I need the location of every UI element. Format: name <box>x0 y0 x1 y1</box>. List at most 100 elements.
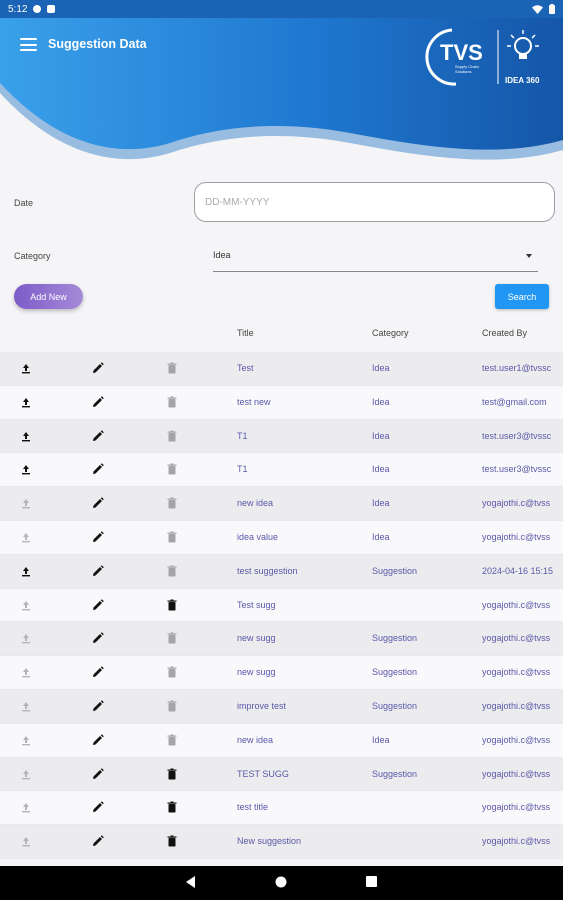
cell-created-by: yogajothi.c@tvss <box>482 768 551 779</box>
back-icon[interactable] <box>185 876 197 888</box>
cell-category: Suggestion <box>372 565 418 576</box>
delete-icon[interactable] <box>165 361 179 375</box>
cell-category: Idea <box>372 734 390 745</box>
add-new-button[interactable]: Add New <box>14 284 83 309</box>
table-row[interactable]: test title yogajothi.c@tvss <box>0 791 563 826</box>
cell-title[interactable]: improve test <box>237 701 286 711</box>
cell-created-by: yogajothi.c@tvss <box>482 599 551 610</box>
upload-icon[interactable] <box>19 395 33 409</box>
recents-icon[interactable] <box>366 876 377 887</box>
edit-icon[interactable] <box>91 564 105 578</box>
cell-title[interactable]: new idea <box>237 498 273 508</box>
cell-title[interactable]: TEST SUGG <box>237 769 289 779</box>
upload-icon[interactable] <box>19 665 33 679</box>
upload-icon[interactable] <box>19 598 33 612</box>
upload-icon[interactable] <box>19 564 33 578</box>
upload-icon[interactable] <box>19 767 33 781</box>
status-time: 5:12 <box>8 3 28 15</box>
edit-icon[interactable] <box>91 834 105 848</box>
table-row[interactable]: improve test Suggestion yogajothi.c@tvss <box>0 689 563 724</box>
table-row[interactable]: Test Idea test.user1@tvssc <box>0 352 563 386</box>
delete-icon[interactable] <box>165 665 179 679</box>
edit-icon[interactable] <box>91 767 105 781</box>
edit-icon[interactable] <box>91 429 105 443</box>
upload-icon[interactable] <box>19 530 33 544</box>
date-input[interactable] <box>194 182 555 222</box>
storage-icon <box>47 5 56 13</box>
search-button[interactable]: Search <box>495 284 549 309</box>
table-row[interactable]: test new Idea test@gmail.com <box>0 385 563 420</box>
table-row[interactable]: T1 Idea test.user3@tvssc <box>0 453 563 488</box>
upload-icon[interactable] <box>19 699 33 713</box>
delete-icon[interactable] <box>165 631 179 645</box>
cell-title[interactable]: New suggestion <box>237 836 301 846</box>
cell-created-by: yogajothi.c@tvss <box>482 802 551 813</box>
home-icon[interactable] <box>275 876 287 888</box>
delete-icon[interactable] <box>165 800 179 814</box>
cell-title[interactable]: T1 <box>237 431 248 441</box>
edit-icon[interactable] <box>91 631 105 645</box>
cell-title[interactable]: Test <box>237 363 254 373</box>
edit-icon[interactable] <box>91 496 105 510</box>
cell-title[interactable]: test suggestion <box>237 566 298 576</box>
cell-category: Idea <box>372 396 390 407</box>
category-select-value: Idea <box>213 250 231 260</box>
cell-created-by: test@gmail.com <box>482 396 547 407</box>
table-row[interactable]: New suggestion yogajothi.c@tvss <box>0 825 563 859</box>
category-select[interactable]: Idea <box>213 246 538 272</box>
cell-title[interactable]: test new <box>237 397 271 407</box>
table-row[interactable]: new sugg Suggestion yogajothi.c@tvss <box>0 622 563 657</box>
delete-icon[interactable] <box>165 564 179 578</box>
delete-icon[interactable] <box>165 530 179 544</box>
upload-icon[interactable] <box>19 462 33 476</box>
delete-icon[interactable] <box>165 496 179 510</box>
edit-icon[interactable] <box>91 733 105 747</box>
upload-icon[interactable] <box>19 631 33 645</box>
table-row[interactable]: Test sugg yogajothi.c@tvss <box>0 588 563 623</box>
edit-icon[interactable] <box>91 800 105 814</box>
edit-icon[interactable] <box>91 530 105 544</box>
cell-category: Suggestion <box>372 633 418 644</box>
upload-icon[interactable] <box>19 361 33 375</box>
delete-icon[interactable] <box>165 767 179 781</box>
cell-category: Idea <box>372 464 390 475</box>
table-row[interactable]: T1 Idea test.user3@tvssc <box>0 419 563 454</box>
delete-icon[interactable] <box>165 598 179 612</box>
table-row[interactable]: new sugg Suggestion yogajothi.c@tvss <box>0 656 563 690</box>
table-row[interactable]: TEST SUGG Suggestion yogajothi.c@tvss <box>0 757 563 792</box>
cell-title[interactable]: idea value <box>237 532 278 542</box>
upload-icon[interactable] <box>19 429 33 443</box>
cell-title[interactable]: Test sugg <box>237 600 276 610</box>
cell-title[interactable]: new sugg <box>237 633 276 643</box>
delete-icon[interactable] <box>165 699 179 713</box>
cell-title[interactable]: new idea <box>237 735 273 745</box>
table-row[interactable]: test suggestion Suggestion 2024-04-16 15:1… <box>0 554 563 589</box>
edit-icon[interactable] <box>91 598 105 612</box>
upload-icon[interactable] <box>19 496 33 510</box>
edit-icon[interactable] <box>91 395 105 409</box>
upload-icon[interactable] <box>19 834 33 848</box>
upload-icon[interactable] <box>19 800 33 814</box>
edit-icon[interactable] <box>91 462 105 476</box>
table-row[interactable]: idea value Idea yogajothi.c@tvss <box>0 520 563 555</box>
edit-icon[interactable] <box>91 361 105 375</box>
cell-created-by: yogajothi.c@tvss <box>482 498 551 509</box>
cell-title[interactable]: T1 <box>237 464 248 474</box>
delete-icon[interactable] <box>165 834 179 848</box>
cell-title[interactable]: new sugg <box>237 667 276 677</box>
delete-icon[interactable] <box>165 733 179 747</box>
delete-icon[interactable] <box>165 462 179 476</box>
delete-icon[interactable] <box>165 429 179 443</box>
table-row[interactable]: new idea Idea yogajothi.c@tvss <box>0 487 563 521</box>
menu-button[interactable] <box>20 38 37 51</box>
cell-category: Suggestion <box>372 667 418 678</box>
company-logo: TVS Supply Chain Solutions IDEA 360 <box>422 26 554 88</box>
wifi-icon <box>532 4 543 14</box>
table-row[interactable]: new idea Idea yogajothi.c@tvss <box>0 723 563 758</box>
cell-title[interactable]: test title <box>237 802 268 812</box>
upload-icon[interactable] <box>19 733 33 747</box>
edit-icon[interactable] <box>91 665 105 679</box>
delete-icon[interactable] <box>165 395 179 409</box>
cell-category: Idea <box>372 531 390 542</box>
edit-icon[interactable] <box>91 699 105 713</box>
